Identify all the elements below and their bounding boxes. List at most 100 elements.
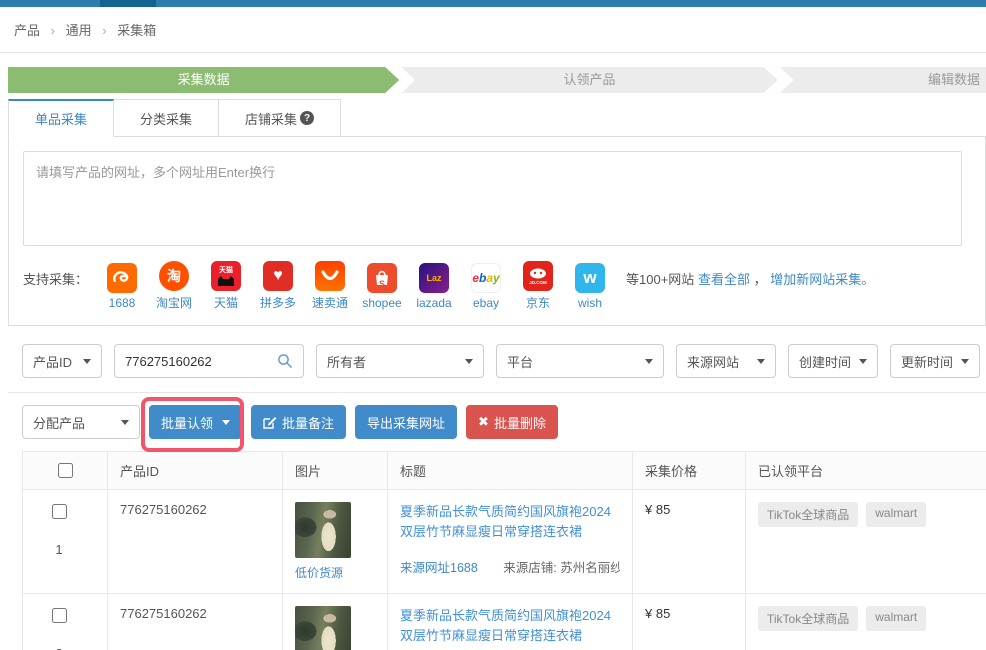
low-price-source-link[interactable]: 低价货源 — [295, 564, 375, 581]
table-header-row: 产品ID 图片 标题 采集价格 已认领平台 — [23, 452, 986, 490]
col-product-id: 产品ID — [108, 452, 283, 490]
claimed-platforms: TikTok全球商品 walmart — [758, 502, 975, 527]
product-title-link[interactable]: 夏季新品长款气质简约国风旗袍2024双层竹节麻显瘦日常穿搭连衣裙 — [400, 502, 620, 541]
source-shop-text: 来源店铺: 苏州名丽纱服饰有... — [503, 561, 620, 575]
col-price: 采集价格 — [633, 452, 746, 490]
col-image: 图片 — [283, 452, 388, 490]
source-url-link[interactable]: 来源网址1688 — [400, 561, 478, 575]
update-time-button[interactable]: 更新时间 — [890, 344, 980, 378]
step-edit-data: 编辑数据 — [780, 67, 986, 93]
tab-single-collect[interactable]: 单品采集 — [8, 99, 114, 137]
site-aliexpress-label[interactable]: 速卖通 — [312, 294, 348, 311]
site-ebay[interactable]: e b a y ebay — [460, 263, 512, 310]
search-field-select-value: 产品ID — [33, 352, 75, 371]
search-input[interactable] — [125, 354, 277, 369]
more-sites-text: 等100+网站 查看全部 ， 增加新网站采集。 — [626, 269, 874, 288]
site-wish[interactable]: w wish — [564, 263, 616, 310]
step-collect-data: 采集数据 — [8, 67, 399, 93]
platform-badge: walmart — [866, 606, 926, 631]
site-shopee[interactable]: S shopee — [356, 263, 408, 310]
cat-icon — [216, 275, 236, 286]
search-icon[interactable] — [277, 353, 293, 369]
tab-shop-collect[interactable]: 店铺采集 ? — [219, 99, 341, 137]
col-title: 标题 — [388, 452, 633, 490]
supported-sites-label: 支持采集： — [23, 269, 88, 288]
cell-price: ¥ 85 — [633, 594, 746, 650]
delete-x-icon: ✖ — [478, 414, 489, 430]
batch-note-label: 批量备注 — [282, 413, 334, 432]
batch-claim-label: 批量认领 — [161, 413, 213, 432]
cell-product-id: 776275160262 — [108, 594, 283, 650]
breadcrumb-item-general[interactable]: 通用 — [66, 23, 92, 38]
site-tmall-label[interactable]: 天猫 — [214, 294, 238, 311]
product-image[interactable] — [295, 606, 351, 650]
caret-down-icon — [83, 359, 91, 364]
site-pinduoduo-label[interactable]: 拼多多 — [260, 294, 296, 311]
tab-shop-collect-label: 店铺采集 — [245, 109, 297, 128]
list-section: 分配产品 批量认领 批量备注 导出采集网址 — [8, 392, 986, 650]
platform-badge: walmart — [866, 502, 926, 527]
assign-product-select[interactable]: 分配产品 — [22, 405, 140, 439]
caret-down-icon — [757, 359, 765, 364]
create-time-button[interactable]: 创建时间 — [788, 344, 878, 378]
batch-claim-button[interactable]: 批量认领 — [149, 405, 242, 439]
site-wish-icon: w — [575, 263, 605, 293]
source-site-select[interactable]: 来源网站 — [676, 344, 776, 378]
site-1688-label[interactable]: 1688 — [109, 296, 136, 310]
collect-tabs: 单品采集 分类采集 店铺采集 ? — [8, 99, 986, 136]
site-shopee-label[interactable]: shopee — [362, 296, 401, 310]
search-field-select[interactable]: 产品ID — [22, 344, 102, 378]
dog-icon — [528, 267, 548, 280]
row-checkbox[interactable] — [52, 504, 67, 519]
topbar — [0, 0, 986, 7]
breadcrumb-separator: › — [51, 23, 55, 38]
site-tmall[interactable]: 天猫 天猫 — [200, 261, 252, 311]
site-jd-label[interactable]: 京东 — [526, 294, 550, 311]
caret-down-icon — [222, 420, 230, 425]
products-table: 产品ID 图片 标题 采集价格 已认领平台 1 776275160262 — [22, 451, 986, 650]
caret-down-icon — [859, 359, 867, 364]
row-checkbox[interactable] — [52, 608, 67, 623]
main-content: 采集数据 认领产品 编辑数据 单品采集 分类采集 店铺采集 ? 支持采集： 16… — [0, 53, 986, 650]
site-lazada[interactable]: Laz lazada — [408, 263, 460, 310]
site-ebay-icon: e b a y — [471, 263, 501, 293]
export-urls-button[interactable]: 导出采集网址 — [355, 405, 457, 439]
site-pinduoduo[interactable]: ♥ 拼多多 — [252, 261, 304, 311]
product-title-link[interactable]: 夏季新品长款气质简约国风旗袍2024双层竹节麻显瘦日常穿搭连衣裙 — [400, 606, 620, 645]
site-1688[interactable]: 1688 — [96, 263, 148, 310]
site-taobao-label[interactable]: 淘宝网 — [156, 294, 192, 311]
breadcrumb-separator: › — [102, 23, 106, 38]
search-box — [114, 344, 304, 378]
cell-price: ¥ 85 — [633, 490, 746, 594]
export-urls-label: 导出采集网址 — [367, 413, 445, 432]
platform-badge: TikTok全球商品 — [758, 502, 858, 527]
site-ebay-label[interactable]: ebay — [473, 296, 499, 310]
source-site-select-value: 来源网站 — [687, 352, 749, 371]
tab-category-collect[interactable]: 分类采集 — [114, 99, 219, 137]
help-icon[interactable]: ? — [300, 111, 314, 125]
batch-delete-button[interactable]: ✖ 批量删除 — [466, 405, 558, 439]
site-pinduoduo-icon: ♥ — [263, 261, 293, 291]
edit-icon — [263, 415, 277, 429]
platform-select[interactable]: 平台 — [496, 344, 664, 378]
batch-actions-row: 分配产品 批量认领 批量备注 导出采集网址 — [22, 405, 986, 439]
breadcrumb-item-product[interactable]: 产品 — [14, 23, 40, 38]
site-taobao[interactable]: 淘 淘宝网 — [148, 261, 200, 311]
product-url-input[interactable] — [23, 151, 962, 246]
table-row: 2 776275160262 低价货源 夏季新品长款气质简约国风旗袍2024双层… — [23, 594, 986, 650]
site-wish-label[interactable]: wish — [578, 296, 602, 310]
more-sites-comma: ， — [754, 272, 767, 287]
view-all-link[interactable]: 查看全部 — [698, 272, 750, 287]
owner-select-value: 所有者 — [327, 352, 457, 371]
site-aliexpress[interactable]: 速卖通 — [304, 261, 356, 311]
caret-down-icon — [645, 359, 653, 364]
select-all-checkbox[interactable] — [58, 463, 73, 478]
batch-note-button[interactable]: 批量备注 — [251, 405, 346, 439]
add-new-site-link[interactable]: 增加新网站采集。 — [770, 272, 874, 287]
site-lazada-label[interactable]: lazada — [416, 296, 451, 310]
site-jd[interactable]: JD.COM 京东 — [512, 261, 564, 311]
platform-badge: TikTok全球商品 — [758, 606, 858, 631]
col-claimed-platforms: 已认领平台 — [746, 452, 986, 490]
owner-select[interactable]: 所有者 — [316, 344, 484, 378]
product-image[interactable] — [295, 502, 351, 558]
